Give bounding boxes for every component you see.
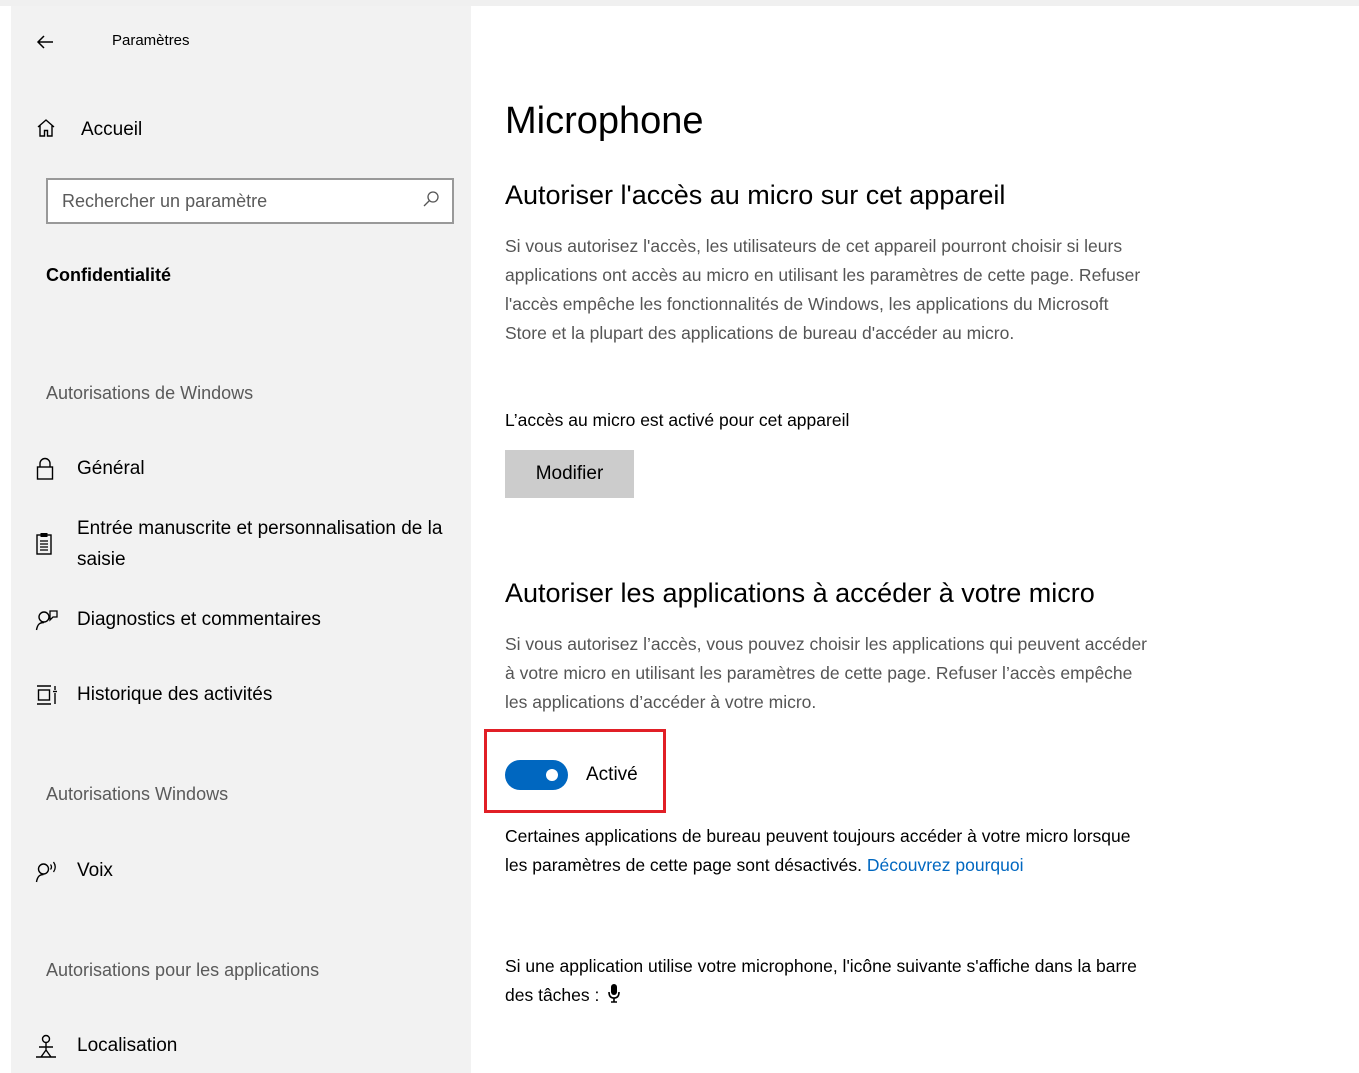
group-header-windows-permissions: Autorisations de Windows	[46, 383, 254, 403]
sidebar-item-home[interactable]: Accueil	[35, 116, 142, 144]
sidebar-item-diagnostics[interactable]: Diagnostics et commentaires	[35, 604, 462, 635]
sidebar-item-label: Entrée manuscrite et personnalisation de…	[77, 518, 443, 570]
sidebar-item-label: Localisation	[77, 1035, 178, 1056]
app-access-description: Si vous autorisez l’accès, vous pouvez c…	[505, 634, 1148, 712]
search-input[interactable]	[62, 190, 402, 212]
taskbar-icon-note-text: Si une application utilise votre microph…	[505, 956, 1137, 1005]
back-arrow-icon	[35, 32, 55, 52]
app-access-toggle-row: Activé	[505, 760, 638, 790]
person-feedback-icon	[35, 604, 77, 635]
modify-button[interactable]: Modifier	[505, 450, 634, 498]
section-title: Confidentialité	[46, 265, 171, 285]
back-button[interactable]	[35, 28, 55, 56]
search-icon[interactable]	[422, 190, 440, 213]
clipboard-icon	[35, 513, 77, 575]
app-access-heading: Autoriser les applications à accéder à v…	[505, 578, 1095, 608]
microphone-icon	[608, 983, 621, 1012]
sidebar-item-inking-typing[interactable]: Entrée manuscrite et personnalisation de…	[35, 513, 462, 575]
learn-why-link[interactable]: Découvrez pourquoi	[867, 855, 1024, 875]
sidebar-item-activity-history[interactable]: Historique des activités	[35, 679, 462, 710]
group-header-windows-authorizations: Autorisations Windows	[46, 784, 229, 804]
lock-icon	[35, 453, 77, 484]
group-header-app-permissions: Autorisations pour les applications	[46, 960, 320, 980]
device-access-status: L’accès au micro est activé pour cet app…	[505, 410, 850, 430]
person-voice-icon	[35, 855, 77, 886]
location-person-icon	[35, 1030, 77, 1061]
home-icon	[35, 117, 57, 144]
search-box	[46, 178, 454, 224]
toggle-knob	[546, 769, 558, 781]
sidebar: Paramètres Accueil Confidentialité Autor…	[11, 6, 471, 1073]
sidebar-item-label: Voix	[77, 860, 113, 881]
sidebar-item-general[interactable]: Général	[35, 453, 462, 484]
sidebar-item-voice[interactable]: Voix	[35, 855, 462, 886]
timeline-icon	[35, 679, 77, 710]
sidebar-item-label: Accueil	[81, 119, 143, 140]
sidebar-item-label: Historique des activités	[77, 684, 273, 705]
sidebar-item-location[interactable]: Localisation	[35, 1030, 462, 1061]
taskbar-icon-note: Si une application utilise votre microph…	[505, 952, 1145, 1012]
desktop-apps-note: Certaines applications de bureau peuvent…	[505, 822, 1145, 880]
page-title: Microphone	[505, 100, 704, 142]
app-access-toggle[interactable]	[505, 760, 568, 790]
sidebar-item-label: Général	[77, 458, 145, 479]
desktop-apps-note-text: Certaines applications de bureau peuvent…	[505, 826, 1131, 875]
toggle-state-label: Activé	[586, 764, 638, 785]
app-title: Paramètres	[112, 32, 190, 49]
sidebar-item-label: Diagnostics et commentaires	[77, 609, 321, 630]
device-access-heading: Autoriser l'accès au micro sur cet appar…	[505, 180, 1006, 210]
device-access-description: Si vous autorisez l'accès, les utilisate…	[505, 236, 1141, 343]
